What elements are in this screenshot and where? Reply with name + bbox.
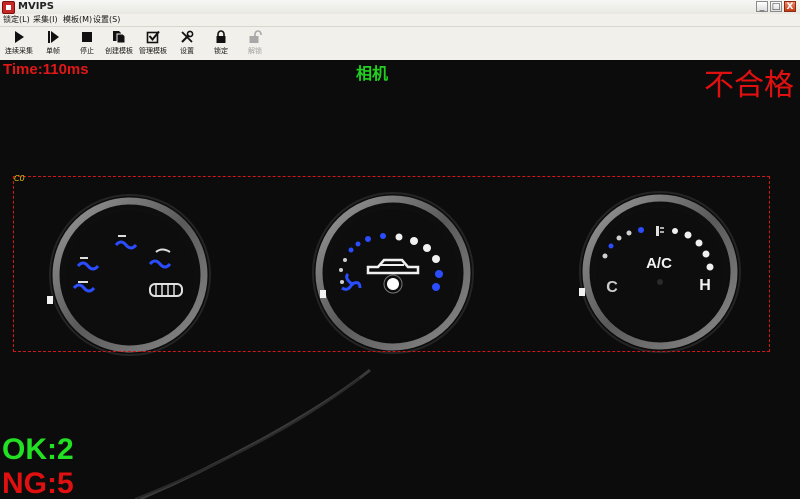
create-template-button[interactable]: 创建模板 (102, 29, 136, 59)
menu-lock[interactable]: 锁定(L) (3, 14, 30, 26)
window-title: MVIPS (18, 1, 54, 12)
menu-template[interactable]: 模板(M) (63, 14, 92, 26)
unlock-label: 解锁 (248, 47, 262, 55)
menu-settings[interactable]: 设置(S) (93, 14, 120, 26)
camera-view[interactable]: A/C C H C0 Time:110ms 相机 不合格 OK:2 NG:5 (0, 60, 800, 499)
step-icon (48, 31, 59, 43)
ng-counter: NG:5 (2, 467, 74, 499)
minimize-button[interactable]: _ (756, 1, 768, 12)
ok-counter: OK:2 (2, 433, 74, 466)
manage-template-icon (146, 30, 160, 44)
lock-button[interactable]: 锁定 (204, 29, 238, 59)
toolbar: 连续采集 单帧 停止 创建模板 管理模板 设置 锁定 解锁 (0, 27, 800, 61)
manage-template-button[interactable]: 管理模板 (136, 29, 170, 59)
close-button[interactable]: X (784, 1, 796, 12)
create-template-icon (113, 31, 126, 44)
roi-label: C0 (14, 174, 25, 183)
unlock-button[interactable]: 解锁 (238, 29, 272, 59)
continuous-capture-button[interactable]: 连续采集 (2, 29, 36, 59)
unlock-icon (249, 30, 262, 43)
inspection-roi[interactable] (13, 176, 770, 352)
app-icon (2, 1, 15, 14)
camera-label: 相机 (356, 64, 389, 83)
verdict-label: 不合格 (704, 68, 794, 103)
menu-capture[interactable]: 采集(I) (33, 14, 58, 26)
play-icon (15, 31, 24, 43)
settings-button[interactable]: 设置 (170, 29, 204, 59)
time-readout: Time:110ms (3, 61, 89, 78)
maximize-button[interactable]: □ (770, 1, 782, 12)
stop-icon (82, 32, 92, 42)
tools-icon (181, 30, 194, 43)
menu-bar: 锁定(L) 采集(I) 模板(M) 设置(S) (0, 14, 800, 27)
title-bar: MVIPS _ □ X (0, 0, 800, 15)
single-frame-button[interactable]: 单帧 (36, 29, 70, 59)
lock-icon (216, 30, 226, 43)
